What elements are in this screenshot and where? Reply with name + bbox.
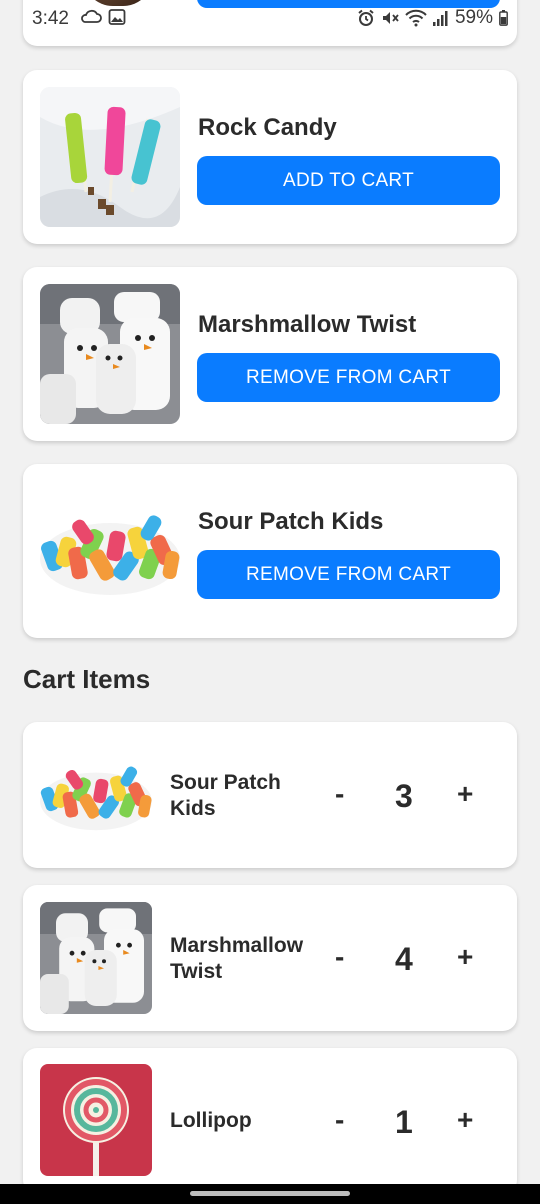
quantity-value: 4 (395, 941, 413, 977)
cart-item-sour-patch-kids: Sour Patch Kids - 3 + (23, 722, 517, 868)
marshmallow-image (40, 284, 180, 424)
remove-from-cart-button[interactable]: REMOVE FROM CART (197, 550, 500, 599)
signal-icon (432, 11, 448, 26)
battery-icon (499, 10, 508, 26)
product-name: Marshmallow Twist (198, 311, 417, 338)
wifi-icon (405, 9, 427, 27)
decrease-quantity-button[interactable]: - (335, 941, 344, 973)
quantity-value: 1 (395, 1104, 413, 1140)
cart-item-name: Marshmallow Twist (170, 933, 320, 985)
cart-item-name: Lollipop (170, 1108, 320, 1134)
battery-percent: 59% (454, 7, 493, 28)
status-left-icons (80, 8, 126, 26)
product-card-sour-patch-kids: Sour Patch Kids REMOVE FROM CART (23, 464, 517, 638)
cart-item-name-line1: Sour Patch (170, 771, 281, 794)
mute-icon (382, 12, 399, 24)
status-bar: 3:42 59% (0, 0, 540, 36)
product-name: Sour Patch Kids (198, 508, 384, 535)
product-name: Rock Candy (198, 114, 337, 141)
remove-from-cart-button[interactable]: REMOVE FROM CART (197, 353, 500, 402)
increase-quantity-button[interactable]: + (457, 1104, 473, 1136)
gallery-icon (108, 9, 126, 25)
sour-patch-image (40, 481, 180, 621)
cart-item-name: Sour Patch Kids (170, 770, 320, 822)
home-gesture-handle[interactable] (190, 1191, 350, 1196)
cart-item-marshmallow-twist: Marshmallow Twist - 4 + (23, 885, 517, 1031)
cart-item-name-line1: Marshmallow (170, 934, 304, 957)
marshmallow-image (40, 902, 152, 1014)
cart-items-title: Cart Items (23, 664, 151, 694)
cloud-icon (81, 9, 102, 23)
cart-item-name-line1: Lollipop (170, 1109, 252, 1132)
product-card-rock-candy: Rock Candy ADD TO CART (23, 70, 517, 244)
product-card-marshmallow-twist: Marshmallow Twist REMOVE FROM CART (23, 267, 517, 441)
quantity-value: 3 (395, 778, 413, 814)
alarm-icon (358, 9, 374, 26)
rock-candy-image (40, 87, 180, 227)
app-screen: 3:42 59% Rock Candy ADD TO CART Marshmal… (0, 0, 540, 1204)
sour-patch-image (40, 739, 152, 851)
decrease-quantity-button[interactable]: - (335, 778, 344, 810)
decrease-quantity-button[interactable]: - (335, 1104, 344, 1136)
status-right-icons: 59% (357, 7, 508, 29)
system-navigation-bar (0, 1184, 540, 1204)
lollipop-image (40, 1064, 152, 1176)
cart-item-lollipop: Lollipop - 1 + (23, 1048, 517, 1194)
status-time: 3:42 (32, 8, 69, 29)
increase-quantity-button[interactable]: + (457, 778, 473, 810)
cart-item-name-line2: Kids (170, 797, 216, 820)
add-to-cart-button[interactable]: ADD TO CART (197, 156, 500, 205)
increase-quantity-button[interactable]: + (457, 941, 473, 973)
cart-item-name-line2: Twist (170, 960, 223, 983)
